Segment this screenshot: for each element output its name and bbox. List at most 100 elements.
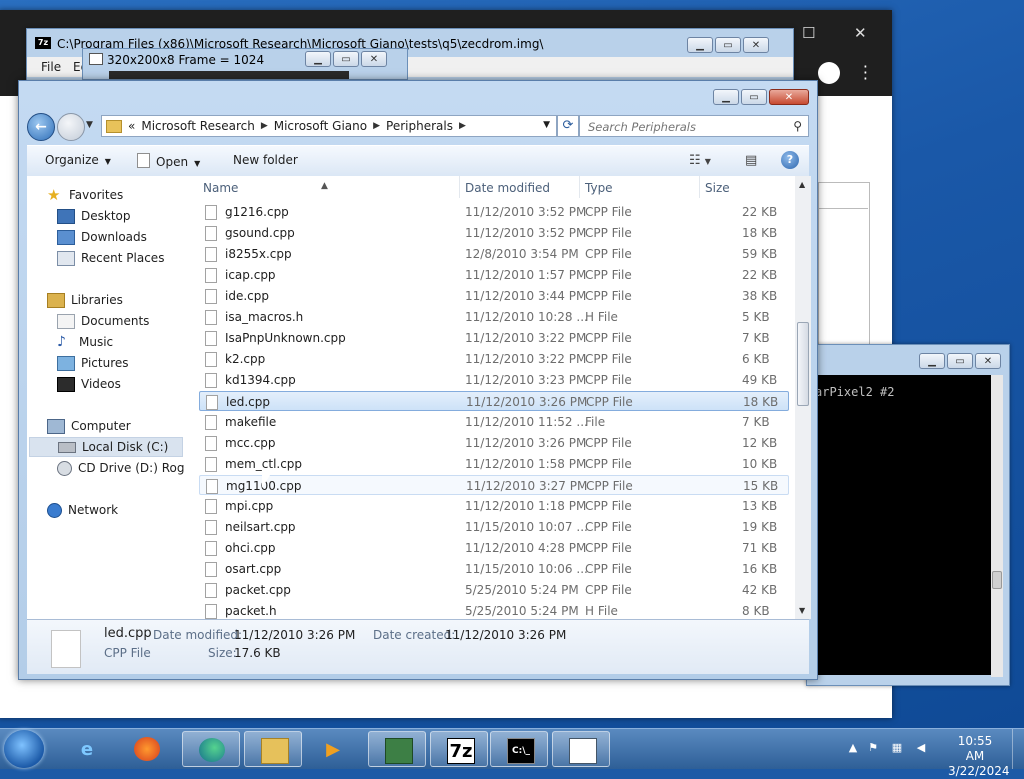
frame-maximize-button[interactable]: ▭ <box>333 51 359 67</box>
search-input[interactable] <box>586 117 786 137</box>
column-size[interactable]: Size <box>705 181 730 195</box>
file-list-scrollbar[interactable]: ▲ ▼ <box>795 176 811 619</box>
view-options-icon[interactable]: ☷ ▼ <box>689 153 711 168</box>
column-divider[interactable] <box>459 176 460 198</box>
file-row[interactable]: k2.cpp 11/12/2010 3:22 PM CPP File 6 KB <box>199 349 789 369</box>
action-center-icon[interactable]: ⚑ <box>866 741 880 755</box>
file-row[interactable]: mcc.cpp 11/12/2010 3:26 PM CPP File 12 KB <box>199 433 789 453</box>
file-row[interactable]: neilsart.cpp 11/15/2010 10:07 ... CPP File… <box>199 517 789 537</box>
file-row[interactable]: makefile 11/12/2010 11:52 ... File 7 KB <box>199 412 789 432</box>
nav-videos[interactable]: Videos <box>57 374 121 394</box>
breadcrumb-overflow[interactable]: « <box>128 119 135 133</box>
nav-downloads[interactable]: Downloads <box>57 227 147 247</box>
taskbar-edge[interactable] <box>182 731 240 767</box>
nav-recent-places[interactable]: Recent Places <box>57 248 164 268</box>
search-icon[interactable]: ⚲ <box>793 119 802 133</box>
frame-window[interactable]: 320x200x8 Frame = 1024 ▁ ▭ ✕ <box>82 48 408 80</box>
taskbar-internet-explorer[interactable]: e <box>58 731 116 767</box>
taskbar-document-viewer[interactable] <box>552 731 610 767</box>
console-minimize-button[interactable]: ▁ <box>919 353 945 369</box>
taskbar-media-player[interactable]: ▶ <box>304 731 362 767</box>
file-row[interactable]: mg1100.cpp 11/12/2010 3:27 PM CPP File 15 K… <box>199 475 789 495</box>
breadcrumb-microsoft-research[interactable]: Microsoft Research <box>141 119 254 133</box>
address-bar[interactable]: « Microsoft Research ▶ Microsoft Giano ▶… <box>101 115 557 137</box>
file-row[interactable]: led.cpp 11/12/2010 3:26 PM CPP File 18 KB <box>199 391 789 411</box>
console-scrollbar[interactable] <box>991 375 1003 677</box>
nav-libraries[interactable]: Libraries <box>47 290 123 310</box>
menu-file[interactable]: File <box>41 60 61 74</box>
file-row[interactable]: mpi.cpp 11/12/2010 1:18 PM CPP File 13 KB <box>199 496 789 516</box>
forward-button[interactable] <box>57 113 85 141</box>
file-row[interactable]: icap.cpp 11/12/2010 1:57 PM CPP File 22 KB <box>199 265 789 285</box>
browser-close-icon[interactable]: ✕ <box>854 24 867 42</box>
file-row[interactable]: osart.cpp 11/15/2010 10:06 ... CPP File 16 … <box>199 559 789 579</box>
explorer-minimize-button[interactable]: ▁ <box>713 89 739 105</box>
scroll-up-icon[interactable]: ▲ <box>799 180 805 189</box>
nav-music[interactable]: ♪ Music <box>57 332 113 352</box>
address-dropdown-icon[interactable]: ▼ <box>543 120 550 130</box>
scroll-down-icon[interactable]: ▼ <box>799 606 805 615</box>
sevenzip-close-button[interactable]: ✕ <box>743 37 769 53</box>
nav-network[interactable]: Network <box>47 500 118 520</box>
taskbar-giano[interactable] <box>368 731 426 767</box>
show-hidden-icons-icon[interactable]: ▲ <box>846 741 860 755</box>
column-date-modified[interactable]: Date modified <box>465 181 550 195</box>
column-divider[interactable] <box>699 176 700 198</box>
preview-pane-icon[interactable]: ▤ <box>745 153 757 168</box>
console-scroll-thumb[interactable] <box>992 571 1002 589</box>
profile-avatar[interactable] <box>818 62 840 84</box>
sevenzip-maximize-button[interactable]: ▭ <box>715 37 741 53</box>
nav-desktop[interactable]: Desktop <box>57 206 131 226</box>
new-folder-button[interactable]: New folder <box>233 153 298 167</box>
file-row[interactable]: packet.cpp 5/25/2010 5:24 PM CPP File 42 KB <box>199 580 789 600</box>
column-divider[interactable] <box>579 176 580 198</box>
frame-minimize-button[interactable]: ▁ <box>305 51 331 67</box>
start-button[interactable] <box>4 730 44 768</box>
taskbar-command-prompt[interactable]: C:\_ <box>490 731 548 767</box>
back-button[interactable]: ← <box>27 113 55 141</box>
file-row[interactable]: ohci.cpp 11/12/2010 4:28 PM CPP File 71 KB <box>199 538 789 558</box>
nav-computer[interactable]: Computer <box>47 416 131 436</box>
console-window[interactable]: ▁ ▭ ✕ arPixel2 #2 <box>806 344 1010 686</box>
file-row[interactable]: i8255x.cpp 12/8/2010 3:54 PM CPP File 59 KB <box>199 244 789 264</box>
recent-pages-arrow-icon[interactable]: ▼ <box>86 120 93 130</box>
scroll-thumb[interactable] <box>797 322 809 406</box>
column-type[interactable]: Type <box>585 181 613 195</box>
breadcrumb-peripherals[interactable]: Peripherals <box>386 119 453 133</box>
breadcrumb-chevron-icon[interactable]: ▶ <box>459 121 466 131</box>
open-button[interactable]: Open ▼ <box>137 153 200 169</box>
file-row[interactable]: mem_ctl.cpp 11/12/2010 1:58 PM CPP File 10 … <box>199 454 789 474</box>
taskbar-explorer[interactable] <box>244 731 302 767</box>
organize-button[interactable]: Organize ▼ <box>45 153 111 167</box>
nav-documents[interactable]: Documents <box>57 311 149 331</box>
frame-close-button[interactable]: ✕ <box>361 51 387 67</box>
show-desktop-button[interactable] <box>1012 729 1024 769</box>
browser-maximize-icon[interactable]: ☐ <box>802 24 815 42</box>
file-row[interactable]: g1216.cpp 11/12/2010 3:52 PM CPP File 22 KB <box>199 202 789 222</box>
menu-dots-icon[interactable]: · · · <box>863 59 868 87</box>
file-row[interactable]: ide.cpp 11/12/2010 3:44 PM CPP File 38 KB <box>199 286 789 306</box>
sevenzip-minimize-button[interactable]: ▁ <box>687 37 713 53</box>
explorer-close-button[interactable]: ✕ <box>769 89 809 105</box>
volume-muted-icon[interactable]: ◀ <box>914 741 928 755</box>
explorer-maximize-button[interactable]: ▭ <box>741 89 767 105</box>
file-row[interactable]: packet.h 5/25/2010 5:24 PM H File 8 KB <box>199 601 789 619</box>
console-maximize-button[interactable]: ▭ <box>947 353 973 369</box>
file-row[interactable]: isa_macros.h 11/12/2010 10:28 ... H File 5 … <box>199 307 789 327</box>
console-close-button[interactable]: ✕ <box>975 353 1001 369</box>
breadcrumb-chevron-icon[interactable]: ▶ <box>373 121 380 131</box>
file-row[interactable]: IsaPnpUnknown.cpp 11/12/2010 3:22 PM CPP F… <box>199 328 789 348</box>
file-row[interactable]: gsound.cpp 11/12/2010 3:52 PM CPP File 18 K… <box>199 223 789 243</box>
breadcrumb-chevron-icon[interactable]: ▶ <box>261 121 268 131</box>
network-tray-icon[interactable]: ▦ <box>890 741 904 755</box>
taskbar-firefox[interactable] <box>118 731 176 767</box>
nav-local-disk[interactable]: Local Disk (C:) <box>29 437 183 457</box>
nav-cd-drive[interactable]: CD Drive (D:) Rogue <box>57 458 199 478</box>
file-row[interactable]: kd1394.cpp 11/12/2010 3:23 PM CPP File 49 K… <box>199 370 789 390</box>
nav-favorites[interactable]: ★ Favorites <box>47 185 123 205</box>
nav-pictures[interactable]: Pictures <box>57 353 129 373</box>
refresh-icon[interactable]: ⟳ <box>557 115 579 137</box>
column-name[interactable]: Name <box>203 181 238 195</box>
breadcrumb-microsoft-giano[interactable]: Microsoft Giano <box>274 119 367 133</box>
taskbar-7zip[interactable]: 7z <box>430 731 488 767</box>
